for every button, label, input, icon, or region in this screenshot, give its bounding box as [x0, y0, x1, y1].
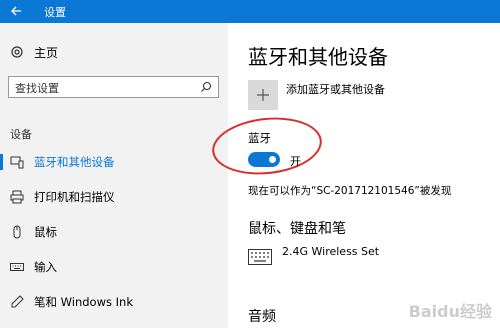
back-arrow-icon[interactable] [8, 3, 24, 19]
device-name: 2.4G Wireless Set [282, 245, 380, 258]
keyboard-icon [10, 263, 24, 271]
page-title: 蓝牙和其他设备 [248, 45, 388, 69]
keyboard-icon [248, 249, 272, 265]
title-bar: 设置 [0, 0, 500, 23]
home-label: 主页 [34, 45, 59, 60]
sidebar-item-mouse[interactable]: 鼠标 [0, 219, 228, 245]
search-box[interactable] [8, 76, 219, 99]
discoverable-text: 现在可以作为“SC-201712101546”被发现 [248, 185, 452, 197]
sidebar-item-label: 输入 [34, 260, 57, 274]
gear-icon [11, 46, 23, 58]
watermark: Baidu经验 [408, 302, 492, 321]
search-input[interactable] [9, 78, 189, 99]
add-device-label[interactable]: 添加蓝牙或其他设备 [286, 81, 385, 97]
section-heading-audio: 音频 [248, 309, 276, 325]
printer-icon [10, 190, 24, 204]
section-heading-mouse-keyboard: 鼠标、键盘和笔 [248, 221, 346, 237]
sidebar-item-bluetooth[interactable]: 蓝牙和其他设备 [0, 149, 228, 175]
home-link[interactable]: 主页 [10, 43, 58, 61]
window-title: 设置 [44, 6, 66, 19]
sidebar-item-pen[interactable]: 笔和 Windows Ink [0, 289, 228, 315]
bluetooth-toggle[interactable] [248, 152, 280, 167]
main-panel: 蓝牙和其他设备 添加蓝牙或其他设备 蓝牙 开 现在可以作为“SC-2017121… [209, 23, 500, 328]
sidebar-item-label: 笔和 Windows Ink [34, 295, 133, 309]
sidebar: 主页 设备 蓝牙和其他设备 打印机和扫描仪 鼠标 [0, 23, 228, 328]
sidebar-item-typing[interactable]: 输入 [0, 254, 228, 280]
toggle-knob [269, 156, 276, 163]
search-icon[interactable] [200, 81, 212, 93]
toggle-state-label: 开 [290, 155, 301, 168]
add-device-button[interactable] [248, 80, 278, 110]
active-indicator [0, 154, 3, 170]
mouse-icon [13, 225, 21, 239]
sidebar-item-label: 鼠标 [34, 225, 57, 239]
bluetooth-devices-icon [10, 156, 24, 169]
sidebar-item-label: 打印机和扫描仪 [34, 190, 115, 204]
device-item[interactable]: 2.4G Wireless Set [248, 245, 379, 265]
bluetooth-label: 蓝牙 [248, 131, 271, 145]
sidebar-item-label: 蓝牙和其他设备 [34, 155, 115, 169]
sidebar-item-printers[interactable]: 打印机和扫描仪 [0, 184, 228, 210]
plus-icon [257, 89, 269, 101]
pen-icon [11, 295, 24, 308]
section-label: 设备 [10, 128, 32, 141]
